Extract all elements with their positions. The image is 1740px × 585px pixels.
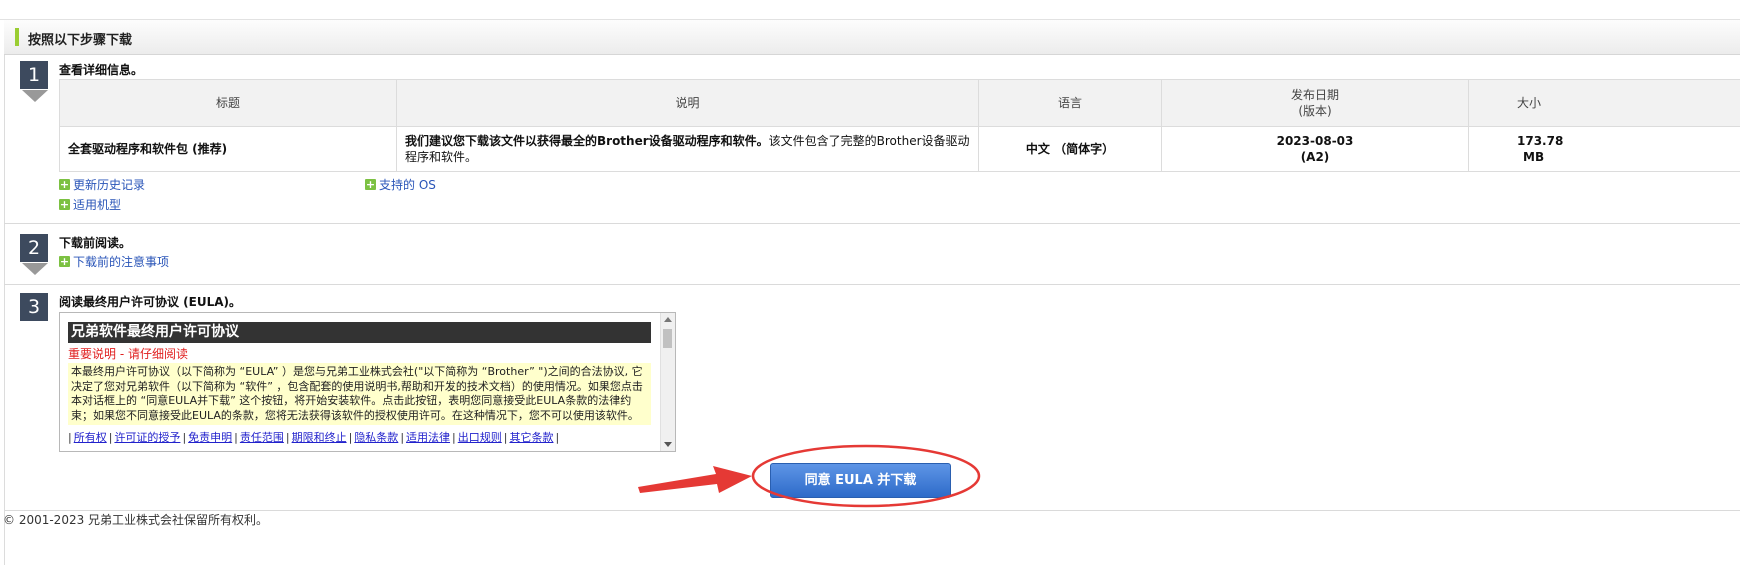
- scroll-down-arrow-icon[interactable]: [664, 442, 672, 447]
- file-date-cell: 2023-08-03 (A2): [1161, 126, 1469, 172]
- step-1-title: 查看详细信息。: [59, 63, 144, 77]
- expand-plus-icon: +: [59, 178, 70, 191]
- size-value: 173.78: [1517, 134, 1564, 148]
- eula-link-license-grant[interactable]: 许可证的授予: [114, 431, 180, 444]
- eula-link-privacy[interactable]: 隐私条款: [354, 431, 398, 444]
- step-3-badge: 3: [20, 293, 48, 321]
- step-2-row: 2 下载前阅读。 + 下载前的注意事项: [4, 224, 1740, 285]
- section-header: 按照以下步骤下载: [4, 20, 1740, 55]
- col-desc-header: 说明: [396, 79, 979, 127]
- scroll-up-arrow-icon[interactable]: [664, 317, 672, 322]
- release-version: (A2): [1300, 150, 1330, 164]
- applicable-models-label: 适用机型: [73, 198, 122, 212]
- agree-eula-download-button[interactable]: 同意 EULA 并下载: [770, 463, 951, 498]
- eula-link-law[interactable]: 适用法律: [406, 431, 450, 444]
- file-size-cell: 173.78 MB: [1468, 126, 1740, 172]
- header-accent-bar: [15, 28, 19, 46]
- col-size-header: 大小: [1468, 79, 1740, 127]
- step-1-arrow-icon: [22, 90, 48, 102]
- file-info-table: 标题 说明 语言 发布日期 (版本) 大小 全套驱动程序和软件包 (推荐) 我们…: [59, 79, 1740, 172]
- eula-body-text: 本最终用户许可协议（以下简称为 “EULA” ）是您与兄弟工业株式会社("以下简…: [68, 363, 651, 425]
- step-2-badge: 2: [20, 234, 48, 262]
- eula-section-links: | 所有权 | 许可证的授予 | 免责申明 | 责任范围 | 期限和终止 | 隐私条款 | 适用法律 | 出口…: [68, 431, 560, 444]
- desc-bold-text: 我们建议您下载该文件以获得最全的Brother设备驱动程序和软件。: [405, 134, 769, 148]
- pre-download-notes-link[interactable]: + 下载前的注意事项: [59, 253, 169, 270]
- date-header-label: 发布日期: [1290, 88, 1339, 102]
- file-lang-cell: 中文 （简体字）: [978, 126, 1162, 172]
- scroll-thumb[interactable]: [663, 329, 672, 348]
- file-desc-cell: 我们建议您下载该文件以获得最全的Brother设备驱动程序和软件。该文件包含了完…: [396, 126, 979, 172]
- step-1-badge: 1: [20, 61, 48, 89]
- page-title: 按照以下步骤下载: [28, 33, 133, 48]
- copyright-footer: © 2001-2023 兄弟工业株式会社保留所有权利。: [3, 513, 269, 527]
- update-history-link[interactable]: + 更新历史记录: [59, 176, 145, 193]
- applicable-models-link[interactable]: + 适用机型: [59, 196, 121, 213]
- step-2-title: 下载前阅读。: [59, 236, 132, 250]
- table-header-row: 标题 说明 语言 发布日期 (版本) 大小: [59, 79, 1740, 127]
- size-unit: MB: [1523, 150, 1545, 164]
- eula-scrollbar[interactable]: [660, 313, 675, 451]
- expand-plus-icon: +: [59, 198, 70, 211]
- supported-os-link[interactable]: + 支持的 OS: [365, 176, 436, 193]
- eula-content: 兄弟软件最终用户许可协议 重要说明 - 请仔细阅读 本最终用户许可协议（以下简称…: [68, 322, 651, 445]
- version-header-label: (版本): [1298, 104, 1332, 118]
- col-lang-header: 语言: [978, 79, 1162, 127]
- expand-plus-icon: +: [365, 178, 376, 191]
- eula-link-other[interactable]: 其它条款: [509, 431, 553, 444]
- table-row: 全套驱动程序和软件包 (推荐) 我们建议您下载该文件以获得最全的Brother设…: [59, 126, 1740, 172]
- col-date-header: 发布日期 (版本): [1161, 79, 1469, 127]
- step-2-arrow-icon: [22, 263, 48, 275]
- step-3-title: 阅读最终用户许可协议 (EULA)。: [59, 295, 242, 309]
- eula-link-disclaimer[interactable]: 免责申明: [188, 431, 232, 444]
- eula-link-term[interactable]: 期限和终止: [292, 431, 347, 444]
- eula-warning: 重要说明 - 请仔细阅读: [68, 347, 188, 361]
- eula-scroll-box[interactable]: 兄弟软件最终用户许可协议 重要说明 - 请仔细阅读 本最终用户许可协议（以下简称…: [59, 312, 676, 452]
- eula-link-ownership[interactable]: 所有权: [74, 431, 107, 444]
- update-history-label: 更新历史记录: [73, 178, 146, 192]
- col-title-header: 标题: [59, 79, 397, 127]
- file-title-cell: 全套驱动程序和软件包 (推荐): [59, 126, 397, 172]
- eula-link-export[interactable]: 出口规则: [458, 431, 502, 444]
- supported-os-label: 支持的 OS: [379, 178, 436, 192]
- eula-link-liability[interactable]: 责任范围: [240, 431, 284, 444]
- pre-download-notes-label: 下载前的注意事项: [73, 255, 170, 269]
- expand-plus-icon: +: [59, 255, 70, 268]
- eula-heading: 兄弟软件最终用户许可协议: [68, 322, 651, 343]
- release-date: 2023-08-03: [1276, 134, 1354, 148]
